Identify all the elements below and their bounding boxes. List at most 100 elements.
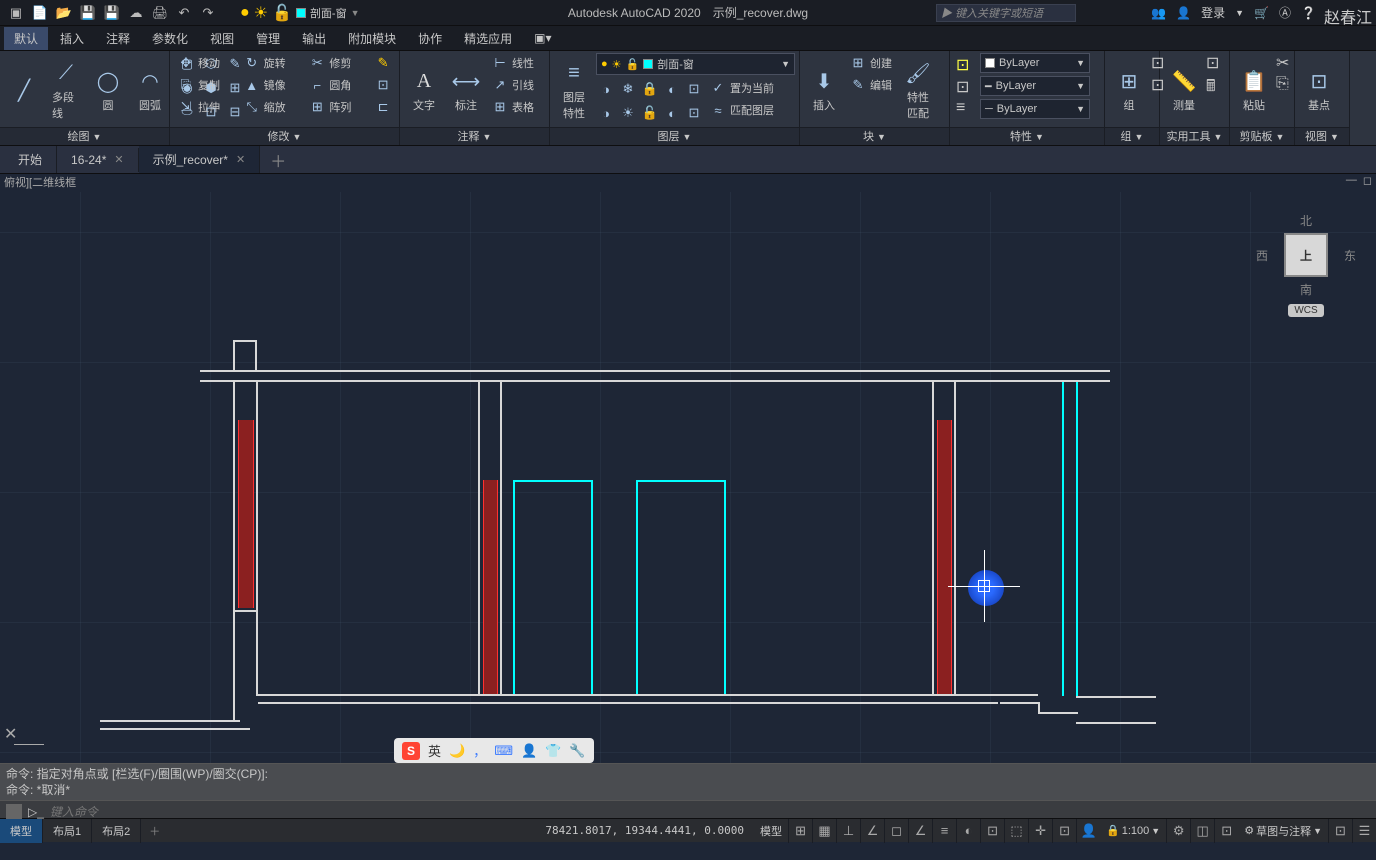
paste-button[interactable]: 📋粘贴 bbox=[1234, 53, 1274, 127]
hw-toggle[interactable]: ⊡ bbox=[1214, 819, 1238, 843]
table-button[interactable]: ⊞表格 bbox=[488, 97, 538, 117]
setcurrent-button[interactable]: ✓置为当前 bbox=[706, 78, 778, 98]
model-tab[interactable]: 模型 bbox=[0, 819, 43, 843]
viewport-label[interactable]: 俯视][二维线框 bbox=[4, 174, 76, 192]
exchange-icon[interactable]: 🛒 bbox=[1254, 6, 1269, 20]
viewcube-south[interactable]: 南 bbox=[1256, 281, 1356, 298]
ime-toolbar[interactable]: S 英 🌙 ， ⌨ 👤 👕 🔧 bbox=[394, 738, 594, 763]
matchprop-button[interactable]: 🖌特性 匹配 bbox=[898, 53, 938, 127]
add-layout-button[interactable]: ＋ bbox=[141, 819, 168, 843]
open-icon[interactable]: 📂 bbox=[54, 3, 74, 23]
search-input[interactable]: ▶ 键入关键字或短语 bbox=[936, 4, 1076, 22]
close-icon[interactable]: ✕ bbox=[236, 153, 245, 166]
edit-button[interactable]: ✎编辑 bbox=[846, 75, 896, 95]
cycling-toggle[interactable]: ⊡ bbox=[980, 819, 1004, 843]
undo-icon[interactable]: ↶ bbox=[174, 3, 194, 23]
wcs-badge[interactable]: WCS bbox=[1288, 304, 1323, 317]
iso-toggle[interactable]: ◫ bbox=[1190, 819, 1214, 843]
insert-button[interactable]: ⬇插入 bbox=[804, 53, 844, 127]
prop-icon[interactable]: ≡ bbox=[956, 99, 976, 119]
new-tab-button[interactable]: ＋ bbox=[260, 143, 296, 177]
layer-tool-icon[interactable]: ⊡ bbox=[684, 78, 704, 100]
arc-button[interactable]: ◠圆弧 bbox=[130, 53, 170, 127]
clean-toggle[interactable]: ⊡ bbox=[1328, 819, 1352, 843]
model-space-button[interactable]: 模型 bbox=[754, 823, 788, 839]
modify-icon[interactable]: ✎ bbox=[371, 53, 395, 73]
save-icon[interactable]: 💾 bbox=[78, 3, 98, 23]
osnap-toggle[interactable]: ◻ bbox=[884, 819, 908, 843]
layer-tool-icon[interactable]: 🔒 bbox=[640, 78, 660, 100]
prop-icon[interactable]: ⊡ bbox=[956, 77, 976, 97]
polyline-button[interactable]: ⟋多段线 bbox=[46, 53, 86, 127]
new-icon[interactable]: 📄 bbox=[30, 3, 50, 23]
user-icon[interactable]: 👤 bbox=[521, 743, 537, 759]
modify-icon[interactable]: ⊡ bbox=[371, 75, 395, 95]
circle-button[interactable]: ◯圆 bbox=[88, 53, 128, 127]
array-button[interactable]: ⊞阵列 bbox=[305, 97, 369, 117]
stretch-button[interactable]: ⇲拉伸 bbox=[174, 97, 238, 117]
keyboard-icon[interactable]: ⌨ bbox=[494, 743, 513, 759]
app-icon[interactable]: Ⓐ bbox=[1279, 4, 1291, 21]
settings-icon[interactable]: 🔧 bbox=[569, 743, 585, 759]
text-button[interactable]: A文字 bbox=[404, 53, 444, 127]
scale-button[interactable]: ⤡缩放 bbox=[240, 97, 304, 117]
tab-collab[interactable]: 协作 bbox=[408, 27, 452, 50]
tab-default[interactable]: 默认 bbox=[4, 27, 48, 50]
infocenter-icon[interactable]: 👥 bbox=[1151, 6, 1166, 20]
drawing-canvas[interactable]: 北 西 上 东 南 WCS ✕ S 英 🌙 ， ⌨ 👤 👕 🔧 bbox=[0, 192, 1376, 763]
sogou-icon[interactable]: S bbox=[402, 742, 420, 760]
layer-tool-icon[interactable]: ⊡ bbox=[684, 102, 704, 124]
quick-toggle[interactable]: ⊡ bbox=[1052, 819, 1076, 843]
snap-toggle[interactable]: ▦ bbox=[812, 819, 836, 843]
group-button[interactable]: ⊞组 bbox=[1109, 53, 1149, 127]
layer-tool-icon[interactable]: ◑ bbox=[596, 102, 616, 124]
plot-icon[interactable]: 🖨 bbox=[150, 3, 170, 23]
layer-tool-icon[interactable]: ☀ bbox=[618, 102, 638, 124]
layer-tool-icon[interactable]: ◑ bbox=[596, 78, 616, 100]
layout2-tab[interactable]: 布局2 bbox=[92, 819, 141, 843]
otrack-toggle[interactable]: ∠ bbox=[908, 819, 932, 843]
tab-param[interactable]: 参数化 bbox=[142, 27, 198, 50]
cloud-icon[interactable]: ☁ bbox=[126, 3, 146, 23]
lineweight-toggle[interactable]: ≡ bbox=[932, 819, 956, 843]
viewcube-north[interactable]: 北 bbox=[1256, 212, 1356, 229]
moon-icon[interactable]: 🌙 bbox=[449, 743, 465, 759]
prop-icon[interactable]: ⊡ bbox=[956, 55, 976, 75]
color-dropdown[interactable]: ByLayer▼ bbox=[980, 53, 1090, 73]
command-input[interactable] bbox=[50, 805, 1370, 819]
viewcube-east[interactable]: 东 bbox=[1344, 247, 1356, 264]
fillet-button[interactable]: ⌐圆角 bbox=[305, 75, 369, 95]
tab-featured[interactable]: 精选应用 bbox=[454, 27, 522, 50]
close-icon[interactable]: ✕ bbox=[114, 153, 123, 166]
anno-toggle[interactable]: 👤 bbox=[1076, 819, 1100, 843]
tab-annotate[interactable]: 注释 bbox=[96, 27, 140, 50]
layer-dropdown[interactable]: ●☀🔓 剖面-窗▼ bbox=[596, 53, 795, 75]
clip-icon[interactable]: ⎘ bbox=[1276, 75, 1289, 93]
tab-output[interactable]: 输出 bbox=[292, 27, 336, 50]
scale-button[interactable]: 🔒1:100▼ bbox=[1100, 824, 1166, 837]
rotate-button[interactable]: ↻旋转 bbox=[240, 53, 304, 73]
tab-insert[interactable]: 插入 bbox=[50, 27, 94, 50]
grid-toggle[interactable]: ⊞ bbox=[788, 819, 812, 843]
punct-icon[interactable]: ， bbox=[473, 741, 486, 760]
gear-icon[interactable]: ⚙ bbox=[1166, 819, 1190, 843]
layer-tool-icon[interactable]: ❄ bbox=[618, 78, 638, 100]
tab-extras[interactable]: ▣▾ bbox=[524, 28, 561, 48]
viewcube[interactable]: 北 西 上 东 南 WCS bbox=[1256, 212, 1356, 317]
lineweight-dropdown[interactable]: ━ByLayer▼ bbox=[980, 76, 1090, 96]
leader-button[interactable]: ↗引线 bbox=[488, 75, 538, 95]
tab-start[interactable]: 开始 bbox=[4, 146, 57, 173]
transparency-toggle[interactable]: ◐ bbox=[956, 819, 980, 843]
dyn-toggle[interactable]: ✛ bbox=[1028, 819, 1052, 843]
clip-icon[interactable]: ✂ bbox=[1276, 53, 1289, 73]
move-button[interactable]: ✥移动 bbox=[174, 53, 238, 73]
3dosnap-toggle[interactable]: ⬚ bbox=[1004, 819, 1028, 843]
workspace-button[interactable]: ⚙草图与注释▼ bbox=[1238, 823, 1328, 839]
customize-icon[interactable]: ☰ bbox=[1352, 819, 1376, 843]
linear-button[interactable]: ⊢线性 bbox=[488, 53, 538, 73]
create-button[interactable]: ⊞创建 bbox=[846, 53, 896, 73]
linetype-dropdown[interactable]: ─ByLayer▼ bbox=[980, 99, 1090, 119]
modify-icon[interactable]: ⊏ bbox=[371, 97, 395, 117]
layout1-tab[interactable]: 布局1 bbox=[43, 819, 92, 843]
layer-tool-icon[interactable]: ◐ bbox=[662, 102, 682, 124]
